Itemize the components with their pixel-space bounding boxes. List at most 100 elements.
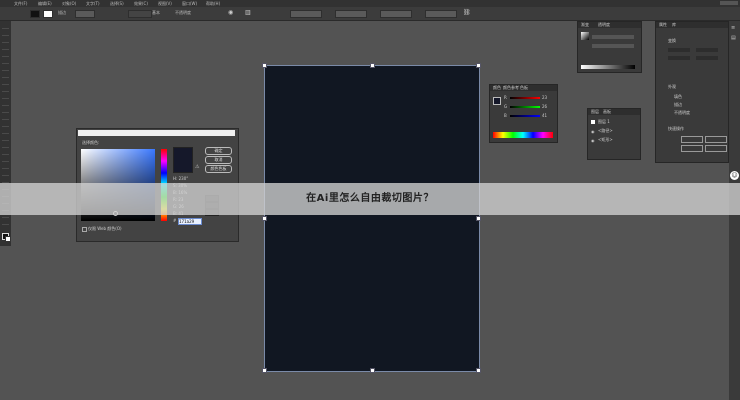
- cancel-button[interactable]: 取消: [205, 156, 232, 164]
- libraries-dock-icon[interactable]: ▤: [731, 35, 736, 41]
- mesh-tool-icon[interactable]: [2, 157, 9, 162]
- line-tool-icon[interactable]: [2, 73, 9, 78]
- menu-select[interactable]: 选择(S): [110, 0, 124, 7]
- menu-object[interactable]: 对象(O): [62, 0, 76, 7]
- menu-edit[interactable]: 编辑(E): [38, 0, 52, 7]
- align-icon[interactable]: ▥: [245, 10, 251, 16]
- web-only-checkbox[interactable]: [82, 227, 87, 232]
- tab-properties[interactable]: 属性: [659, 22, 667, 27]
- zoom-tool-icon[interactable]: [2, 220, 9, 225]
- menu-window[interactable]: 窗口(W): [182, 0, 197, 7]
- menu-help[interactable]: 帮助(H): [206, 0, 220, 7]
- tab-gradient[interactable]: 渐变: [581, 22, 589, 27]
- handle-middle-left[interactable]: [262, 216, 267, 221]
- stroke-color-icon[interactable]: [5, 236, 11, 242]
- shaper-tool-icon[interactable]: [2, 94, 9, 99]
- color-spectrum-bar[interactable]: [493, 132, 553, 138]
- handle-middle-right[interactable]: [476, 216, 481, 221]
- paintbrush-tool-icon[interactable]: [2, 87, 9, 92]
- handle-bottom-left[interactable]: [262, 368, 267, 373]
- menu-type[interactable]: 文字(T): [86, 0, 100, 7]
- layer-row-2[interactable]: <路径>: [598, 128, 613, 133]
- b-slider[interactable]: [510, 115, 540, 117]
- layer-row-1[interactable]: 图层 1: [598, 119, 610, 124]
- color-swatches-button[interactable]: 颜色色板: [205, 165, 232, 173]
- b-value[interactable]: 41: [542, 113, 547, 118]
- curvature-tool-icon[interactable]: [2, 59, 9, 64]
- search-box[interactable]: [720, 1, 738, 5]
- handle-bottom-right[interactable]: [476, 368, 481, 373]
- tab-layers[interactable]: 图层: [591, 109, 599, 114]
- x-field[interactable]: [290, 10, 322, 18]
- g-slider[interactable]: [510, 106, 540, 108]
- height-field[interactable]: [425, 10, 457, 18]
- eyedropper-tool-icon[interactable]: [2, 171, 9, 176]
- tab-color[interactable]: 颜色: [493, 85, 501, 90]
- perspective-grid-tool-icon[interactable]: [2, 150, 9, 155]
- scale-tool-icon[interactable]: [2, 122, 9, 127]
- ok-button[interactable]: 确定: [205, 147, 232, 155]
- link-icon[interactable]: ⛓: [463, 10, 471, 16]
- gradient-angle-field[interactable]: [592, 44, 634, 48]
- transform-h-field[interactable]: [696, 56, 718, 60]
- accessibility-icon[interactable]: ☺: [730, 171, 739, 180]
- stroke-weight-field[interactable]: [75, 10, 95, 18]
- visibility-eye-icon[interactable]: ◉: [591, 129, 595, 134]
- g-value[interactable]: 26: [542, 104, 547, 109]
- fill-swatch[interactable]: [30, 10, 40, 18]
- transform-w-field[interactable]: [668, 56, 690, 60]
- direct-selection-tool-icon[interactable]: [2, 31, 9, 36]
- tab-artboards[interactable]: 画板: [603, 109, 611, 114]
- type-tool-icon[interactable]: [2, 66, 9, 71]
- handle-top-left[interactable]: [262, 63, 267, 68]
- color-panel: 颜色 颜色参考 色板 R 23 G 26 B 41: [489, 84, 558, 143]
- tab-libraries[interactable]: 库: [672, 22, 676, 27]
- stroke-swatch[interactable]: [43, 10, 53, 18]
- rectangle-tool-icon[interactable]: [2, 80, 9, 85]
- width-field[interactable]: [380, 10, 412, 18]
- gradient-slider[interactable]: [581, 65, 635, 69]
- quick-action-button-3[interactable]: [681, 145, 703, 152]
- y-field[interactable]: [335, 10, 367, 18]
- gradient-tool-icon[interactable]: [2, 164, 9, 169]
- eraser-tool-icon[interactable]: [2, 108, 9, 113]
- tab-swatches[interactable]: 色板: [520, 85, 528, 90]
- rotate-tool-icon[interactable]: [2, 115, 9, 120]
- artboard[interactable]: [262, 63, 481, 373]
- tab-color-guide[interactable]: 颜色参考: [503, 85, 519, 90]
- free-transform-tool-icon[interactable]: [2, 136, 9, 141]
- dialog-title-bar[interactable]: 拾色器: [78, 130, 235, 146]
- transform-y-field[interactable]: [696, 48, 718, 52]
- width-tool-icon[interactable]: [2, 129, 9, 134]
- handle-bottom-middle[interactable]: [370, 368, 375, 373]
- layer-row-3[interactable]: <矩形>: [598, 137, 613, 142]
- gradient-type-field[interactable]: [592, 35, 634, 39]
- recolor-icon[interactable]: ◉: [228, 10, 233, 16]
- selection-tool-icon[interactable]: [2, 24, 9, 29]
- handle-top-right[interactable]: [476, 63, 481, 68]
- menu-file[interactable]: 文件(F): [14, 0, 27, 7]
- menu-view[interactable]: 视图(V): [158, 0, 172, 7]
- brush-definition[interactable]: [128, 10, 152, 18]
- magic-wand-tool-icon[interactable]: [2, 38, 9, 43]
- shape-builder-tool-icon[interactable]: [2, 143, 9, 148]
- quick-action-button-1[interactable]: [681, 136, 703, 143]
- tab-transparency[interactable]: 透明度: [598, 22, 610, 27]
- r-value[interactable]: 23: [542, 95, 547, 100]
- lasso-tool-icon[interactable]: [2, 45, 9, 50]
- web-only-label: 仅限 Web 颜色(O): [88, 226, 122, 231]
- menu-effect[interactable]: 效果(C): [134, 0, 148, 7]
- quick-action-button-2[interactable]: [705, 136, 727, 143]
- handle-top-middle[interactable]: [370, 63, 375, 68]
- visibility-eye-icon-2[interactable]: ◉: [591, 138, 595, 143]
- r-slider[interactable]: [510, 97, 540, 99]
- fill-color-swatch[interactable]: [493, 97, 501, 105]
- transform-x-field[interactable]: [668, 48, 690, 52]
- quick-action-button-4[interactable]: [705, 145, 727, 152]
- hex-input[interactable]: 171a29: [178, 218, 202, 225]
- pencil-tool-icon[interactable]: [2, 101, 9, 106]
- gradient-preview-icon[interactable]: [581, 32, 589, 40]
- pen-tool-icon[interactable]: [2, 52, 9, 57]
- menu-bar: 文件(F) 编辑(E) 对象(O) 文字(T) 选择(S) 效果(C) 视图(V…: [0, 0, 740, 7]
- properties-dock-icon[interactable]: ≡: [731, 25, 735, 31]
